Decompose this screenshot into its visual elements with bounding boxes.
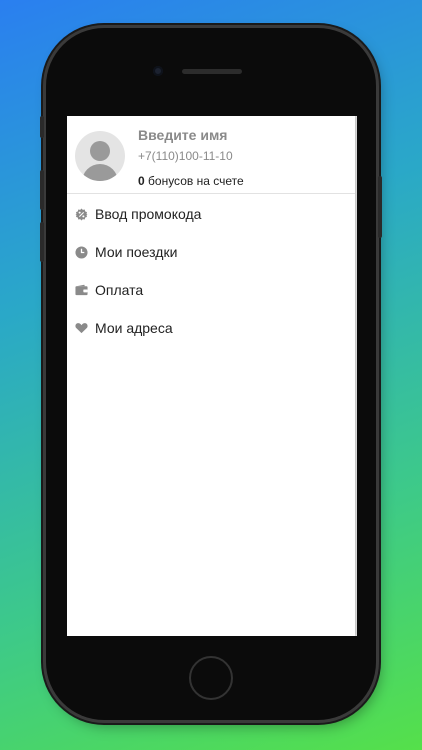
power-button bbox=[378, 176, 382, 238]
menu-item-label: Мои поездки bbox=[95, 244, 178, 260]
bonus-count: 0 bbox=[138, 174, 145, 188]
bonus-label: бонусов на счете bbox=[144, 174, 244, 188]
volume-down-button bbox=[40, 222, 44, 262]
wallet-icon bbox=[74, 283, 88, 297]
profile-header[interactable]: Введите имя +7(110)100-11-10 0 бонусов н… bbox=[67, 116, 355, 194]
earpiece-speaker bbox=[182, 69, 242, 74]
menu-item-label: Мои адреса bbox=[95, 320, 173, 336]
home-button[interactable] bbox=[189, 656, 233, 700]
menu-item-my-trips[interactable]: Мои поездки bbox=[67, 233, 355, 271]
volume-up-button bbox=[40, 170, 44, 210]
avatar-body bbox=[82, 164, 118, 181]
navigation-drawer: Введите имя +7(110)100-11-10 0 бонусов н… bbox=[67, 116, 355, 636]
menu-item-payment[interactable]: Оплата bbox=[67, 271, 355, 309]
phone-frame: Введите имя +7(110)100-11-10 0 бонусов н… bbox=[40, 28, 382, 720]
avatar-head bbox=[90, 141, 110, 161]
screen: Введите имя +7(110)100-11-10 0 бонусов н… bbox=[67, 116, 357, 636]
clock-icon bbox=[74, 245, 88, 259]
heart-icon bbox=[74, 321, 88, 335]
bonus-balance: 0 бонусов на счете bbox=[138, 174, 244, 188]
mute-switch bbox=[40, 116, 44, 138]
avatar[interactable] bbox=[75, 131, 125, 181]
menu-item-my-addresses[interactable]: Мои адреса bbox=[67, 309, 355, 347]
menu-item-label: Ввод промокода bbox=[95, 206, 202, 222]
phone-number: +7(110)100-11-10 bbox=[138, 149, 233, 163]
name-field[interactable]: Введите имя bbox=[138, 127, 227, 143]
promo-icon bbox=[74, 207, 88, 221]
front-camera bbox=[153, 66, 163, 76]
menu-item-promo-code[interactable]: Ввод промокода bbox=[67, 195, 355, 233]
menu-item-label: Оплата bbox=[95, 282, 144, 298]
